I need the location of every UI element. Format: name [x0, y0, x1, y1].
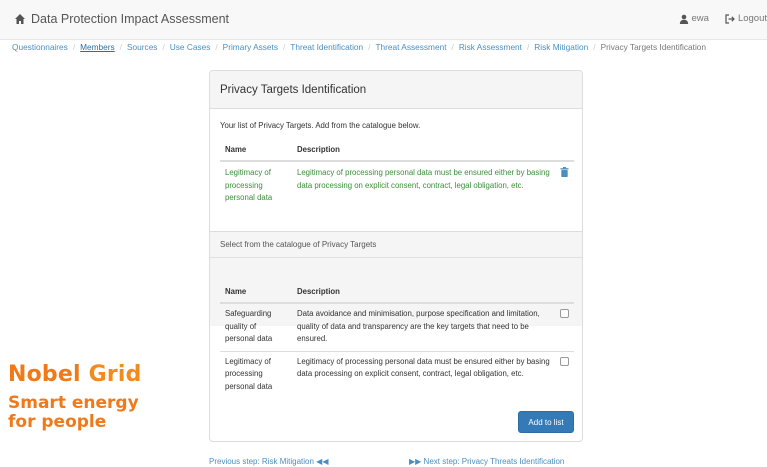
logo-word-1: Nobel [8, 362, 81, 387]
crumb-use-cases[interactable]: Use Cases [170, 42, 211, 52]
crumb-sources[interactable]: Sources [127, 42, 157, 52]
divider [210, 257, 582, 258]
crumb-primary-assets[interactable]: Primary Assets [223, 42, 278, 52]
description-header: Description [292, 281, 555, 304]
table-row: Legitimacy of processing personal data L… [220, 161, 574, 210]
catalogue-description: Legitimacy of processing personal data m… [292, 350, 555, 398]
nobel-grid-logo: Nobel Grid Smart energy for people [8, 362, 142, 432]
select-checkbox[interactable] [560, 356, 569, 366]
crumb-risk-mitigation[interactable]: Risk Mitigation [534, 42, 588, 52]
catalogue-name: Safeguarding quality of personal data [220, 302, 292, 351]
top-navbar: Data Protection Impact Assessment ewa Lo… [0, 0, 767, 40]
next-step-label: Next step: Privacy Threats Identificatio… [423, 457, 565, 466]
catalogue-description: Data avoidance and minimisation, purpose… [292, 302, 555, 351]
logo-word-2: Grid [88, 362, 142, 387]
next-step-link[interactable]: ▶▶ Next step: Privacy Threats Identifica… [409, 457, 564, 466]
privacy-targets-panel: Privacy Targets Identification Your list… [209, 70, 583, 442]
user-icon [679, 14, 688, 24]
double-chevron-left-icon: ◀◀ [316, 457, 329, 466]
user-menu[interactable]: ewa [679, 13, 709, 24]
crumb-threat-identification[interactable]: Threat Identification [290, 42, 363, 52]
target-name: Legitimacy of processing personal data [225, 168, 273, 202]
add-to-list-button[interactable]: Add to list [518, 411, 574, 433]
panel-intro: Your list of Privacy Targets. Add from t… [220, 121, 421, 130]
home-icon [15, 14, 25, 24]
table-row: Legitimacy of processing personal data L… [220, 350, 574, 398]
previous-step-link[interactable]: Previous step: Risk Mitigation ◀◀ [209, 457, 328, 466]
logout-icon [725, 13, 735, 24]
crumb-risk-assessment[interactable]: Risk Assessment [459, 42, 522, 52]
app-title[interactable]: Data Protection Impact Assessment [14, 12, 229, 26]
catalogue-table: Name Description Safeguarding quality of… [220, 281, 574, 398]
description-header: Description [292, 139, 555, 162]
previous-step-label: Previous step: Risk Mitigation [209, 457, 314, 466]
logo-tagline-2: for people [8, 412, 107, 432]
name-header: Name [220, 139, 292, 162]
name-header: Name [220, 281, 292, 304]
user-name: ewa [691, 13, 709, 24]
select-checkbox[interactable] [560, 309, 569, 318]
double-chevron-right-icon: ▶▶ [409, 457, 422, 466]
crumb-privacy-targets: Privacy Targets Identification [600, 42, 707, 52]
logout-link[interactable]: Logout [725, 13, 767, 24]
selected-targets-table: Name Description Legitimacy of processin… [220, 139, 574, 210]
table-row: Safeguarding quality of personal data Da… [220, 302, 574, 351]
trash-icon[interactable] [560, 167, 569, 177]
target-description: Legitimacy of processing personal data m… [297, 168, 550, 190]
crumb-questionnaires[interactable]: Questionnaires [12, 42, 68, 52]
catalogue-name: Legitimacy of processing personal data [220, 350, 292, 398]
panel-title: Privacy Targets Identification [210, 71, 582, 109]
crumb-threat-assessment[interactable]: Threat Assessment [375, 42, 446, 52]
logout-label: Logout [737, 13, 767, 24]
app-title-label: Data Protection Impact Assessment [31, 12, 230, 26]
breadcrumb: Questionnaires / Members / Sources / Use Ca… [12, 42, 707, 52]
catalogue-label: Select from the catalogue of Privacy Tar… [220, 240, 377, 249]
logo-tagline-1: Smart energy [8, 393, 139, 413]
crumb-members[interactable]: Members [80, 42, 115, 52]
